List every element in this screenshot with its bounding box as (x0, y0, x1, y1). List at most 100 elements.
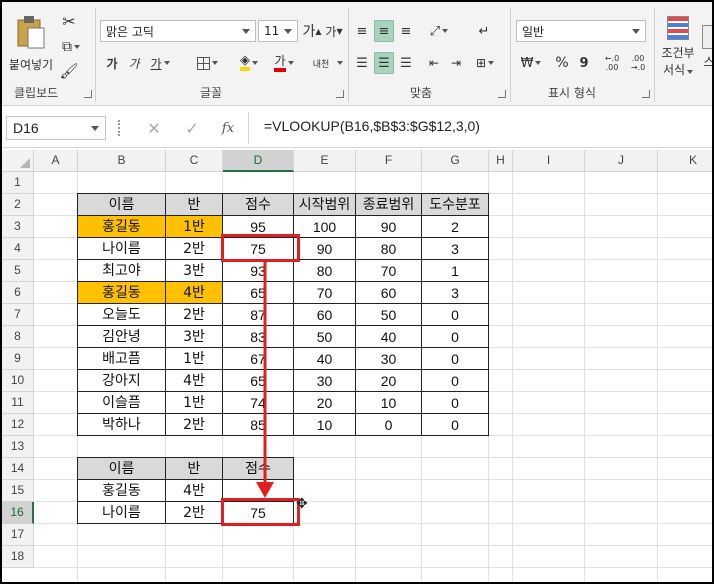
table-cell[interactable]: 30 (355, 347, 422, 370)
table-cell[interactable]: 65 (222, 281, 294, 304)
table-cell[interactable]: 김안녕 (77, 325, 166, 348)
row-header-13[interactable]: 13 (2, 436, 34, 458)
phonetic-dropdown[interactable] (334, 52, 344, 74)
row-header-18[interactable]: 18 (2, 546, 34, 568)
table-cell[interactable]: 10 (293, 413, 356, 436)
lookup-header-cell[interactable]: 점수 (222, 457, 294, 480)
table-cell[interactable]: 홍길동 (77, 281, 166, 304)
copy-button[interactable]: ⧉ (56, 36, 86, 58)
align-left-button[interactable]: ☰ (352, 52, 372, 74)
row-header-2[interactable]: 2 (2, 194, 34, 216)
table-cell[interactable]: 100 (293, 215, 356, 238)
table-cell[interactable]: 70 (293, 281, 356, 304)
column-header-i[interactable]: I (513, 150, 585, 172)
table-cell[interactable]: 1 (421, 259, 489, 282)
formula-bar-grip-icon[interactable] (118, 120, 122, 136)
align-top-button[interactable]: ≡ (352, 20, 372, 42)
row-header-5[interactable]: 5 (2, 260, 34, 282)
align-center-button[interactable]: ☰ (374, 52, 394, 74)
table-cell[interactable]: 나이름 (77, 237, 166, 260)
table-cell[interactable]: 60 (355, 281, 422, 304)
column-header-d[interactable]: D (223, 150, 294, 172)
table-cell[interactable]: 50 (355, 303, 422, 326)
table-cell[interactable]: 배고픔 (77, 347, 166, 370)
formula-input[interactable]: =VLOOKUP(B16,$B$3:$G$12,3,0) (264, 118, 480, 134)
shrink-font-button[interactable]: 가 ▼ (324, 20, 344, 42)
font-name-dropdown[interactable]: 맑은 고딕 (100, 20, 256, 42)
phonetic-button[interactable]: 내천 (308, 52, 334, 74)
row-header-7[interactable]: 7 (2, 304, 34, 326)
row-header-6[interactable]: 6 (2, 282, 34, 304)
cancel-entry-button[interactable]: ✕ (142, 116, 166, 140)
merge-center-button[interactable]: ⊞ (470, 52, 500, 74)
table-cell[interactable]: 홍길동 (77, 215, 166, 238)
table-header-cell[interactable]: 도수분포 (421, 193, 489, 216)
table-cell[interactable]: 2반 (165, 413, 223, 436)
table-cell[interactable]: 80 (293, 259, 356, 282)
table-header-cell[interactable]: 점수 (222, 193, 294, 216)
table-header-cell[interactable]: 시작범위 (293, 193, 356, 216)
clipboard-launcher-icon[interactable] (84, 90, 92, 98)
accounting-format-button[interactable]: ₩ (516, 52, 546, 74)
select-all-corner[interactable] (2, 150, 34, 172)
wrap-text-button[interactable]: ↵ (472, 20, 496, 42)
table-cell[interactable]: 이슬픔 (77, 391, 166, 414)
bold-button[interactable]: 가 (102, 52, 122, 74)
column-header-c[interactable]: C (166, 150, 223, 172)
column-header-a[interactable]: A (34, 150, 78, 172)
number-launcher-icon[interactable] (642, 90, 650, 98)
lookup-cell[interactable]: 홍길동 (77, 479, 166, 502)
table-cell[interactable]: 70 (355, 259, 422, 282)
lookup-cell[interactable]: 2반 (165, 501, 223, 524)
increase-indent-button[interactable]: ⇥ (446, 52, 466, 74)
table-cell[interactable]: 10 (355, 391, 422, 414)
row-header-15[interactable]: 15 (2, 480, 34, 502)
font-size-dropdown[interactable]: 11 (258, 20, 298, 42)
row-header-12[interactable]: 12 (2, 414, 34, 436)
table-cell[interactable]: 1반 (165, 215, 223, 238)
align-bottom-button[interactable]: ≡ (396, 20, 416, 42)
table-cell[interactable]: 박하나 (77, 413, 166, 436)
table-cell[interactable]: 40 (293, 347, 356, 370)
lookup-header-cell[interactable]: 이름 (77, 457, 166, 480)
table-cell[interactable]: 3 (421, 281, 489, 304)
row-header-14[interactable]: 14 (2, 458, 34, 480)
table-cell[interactable]: 50 (293, 325, 356, 348)
table-cell[interactable]: 83 (222, 325, 294, 348)
table-cell[interactable]: 67 (222, 347, 294, 370)
lookup-header-cell[interactable]: 반 (165, 457, 223, 480)
row-header-1[interactable]: 1 (2, 172, 34, 194)
table-cell[interactable]: 0 (421, 413, 489, 436)
table-cell[interactable]: 90 (355, 215, 422, 238)
confirm-entry-button[interactable]: ✓ (180, 116, 204, 140)
table-header-cell[interactable]: 반 (165, 193, 223, 216)
name-box[interactable]: D16 (6, 116, 106, 140)
lookup-cell[interactable]: 나이름 (77, 501, 166, 524)
row-header-10[interactable]: 10 (2, 370, 34, 392)
insert-function-button[interactable]: fx (216, 116, 240, 140)
table-cell[interactable]: 3 (421, 237, 489, 260)
border-button[interactable] (190, 52, 224, 74)
table-cell[interactable]: 93 (222, 259, 294, 282)
column-header-e[interactable]: E (294, 150, 356, 172)
spreadsheet-grid[interactable]: A B C D E F G H I J K 1 2 3 4 5 6 7 8 9 10 11 12 13 14 15 16 17 18 이름… (2, 150, 712, 582)
lookup-cell[interactable]: 4반 (165, 479, 223, 502)
underline-button[interactable]: 가 (146, 52, 174, 74)
table-cell[interactable]: 0 (355, 413, 422, 436)
table-cell[interactable]: 1반 (165, 391, 223, 414)
table-cell[interactable]: 85 (222, 413, 294, 436)
row-header-4[interactable]: 4 (2, 238, 34, 260)
number-format-dropdown[interactable]: 일반 (516, 20, 646, 42)
format-painter-button[interactable]: 🖌 (58, 60, 80, 82)
table-cell[interactable]: 20 (293, 391, 356, 414)
decrease-indent-button[interactable]: ⇤ (424, 52, 444, 74)
column-header-j[interactable]: J (585, 150, 658, 172)
table-header-cell[interactable]: 이름 (77, 193, 166, 216)
row-header-9[interactable]: 9 (2, 348, 34, 370)
grow-font-button[interactable]: 가 ▲ (302, 20, 322, 42)
increase-decimal-button[interactable]: ←.0 .00 (600, 50, 624, 76)
table-cell[interactable]: 4반 (165, 281, 223, 304)
table-cell[interactable]: 20 (355, 369, 422, 392)
italic-button[interactable]: 가 (124, 52, 144, 74)
table-cell[interactable]: 30 (293, 369, 356, 392)
